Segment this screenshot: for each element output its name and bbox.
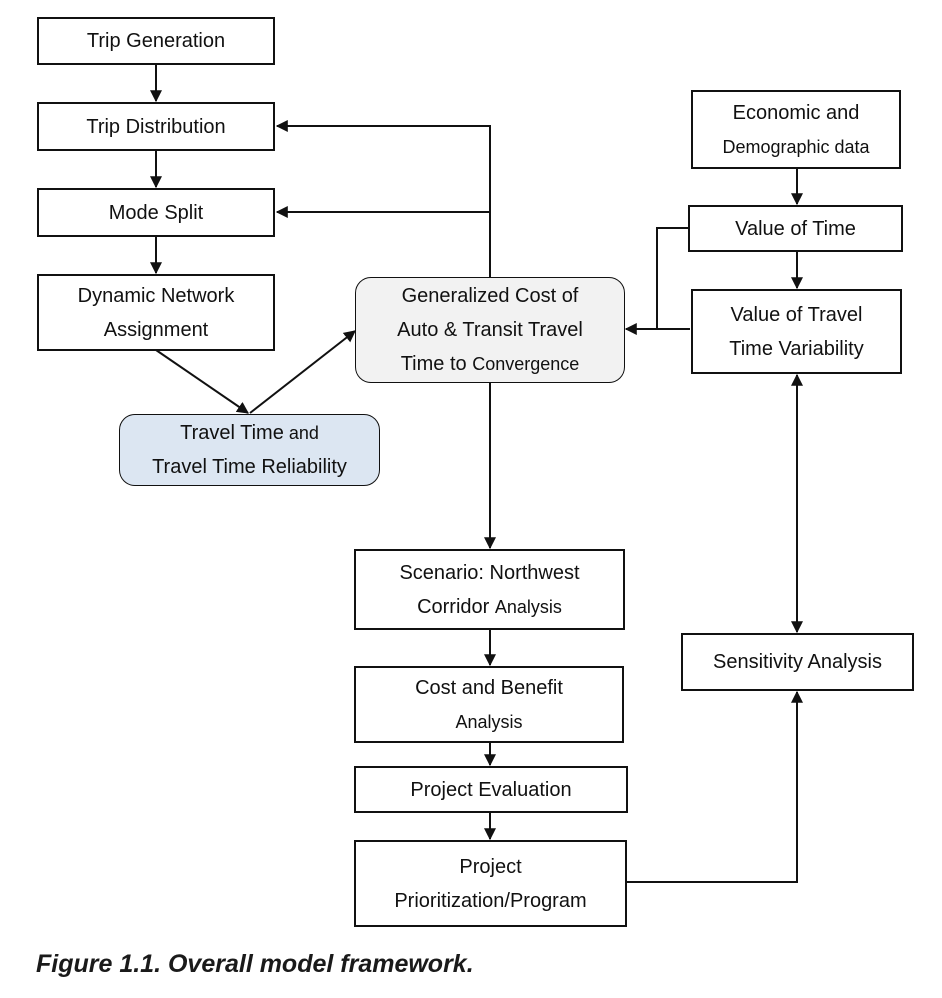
- edge-prioritization-sensitivity: [627, 690, 803, 883]
- node-label: Dynamic Network: [77, 284, 235, 307]
- node-label: Sensitivity Analysis: [713, 651, 882, 673]
- node-label: Prioritization/Program: [394, 889, 587, 912]
- node-label: Travel Time Reliability: [152, 456, 347, 478]
- node-label: Assignment: [103, 318, 209, 341]
- node-label: Analysis: [455, 711, 523, 732]
- node-label: Analysis: [494, 596, 562, 617]
- edge-dna-traveltime: [155, 349, 249, 414]
- node-label: Cost and Benefit: [415, 676, 563, 699]
- node-travel-time-reliability: Travel Time and Travel Time Reliability: [119, 414, 380, 486]
- node-value-of-time: Value of Time: [688, 205, 903, 252]
- node-trip-generation: Trip Generation: [37, 17, 275, 65]
- node-label: Time Variability: [729, 337, 864, 360]
- edge-vot-gencost: [656, 227, 689, 328]
- node-label: Scenario: Northwest: [399, 561, 580, 584]
- node-label: Time to: [400, 353, 473, 375]
- node-label: Demographic data: [722, 136, 870, 157]
- edge-gencost-tripdist: [275, 120, 491, 277]
- node-trip-distribution: Trip Distribution: [37, 102, 275, 151]
- node-label: Value of Travel: [730, 303, 863, 326]
- node-sensitivity-analysis: Sensitivity Analysis: [681, 633, 914, 691]
- node-generalized-cost: Generalized Cost of Auto & Transit Trave…: [355, 277, 625, 383]
- node-label: Project Evaluation: [410, 778, 572, 801]
- node-mode-split: Mode Split: [37, 188, 275, 237]
- figure-caption: Figure 1.1. Overall model framework.: [36, 950, 474, 978]
- node-project-evaluation: Project Evaluation: [354, 766, 628, 813]
- node-label: Value of Time: [735, 217, 856, 240]
- node-label: Mode Split: [108, 201, 204, 224]
- node-scenario-northwest-corridor: Scenario: Northwest Corridor Analysis: [354, 549, 625, 630]
- node-label: Corridor: [417, 595, 495, 618]
- node-label: Project: [459, 855, 522, 878]
- node-label: Generalized Cost of: [401, 285, 579, 307]
- node-value-of-tt-variability: Value of Travel Time Variability: [691, 289, 902, 374]
- node-label: Trip Generation: [86, 30, 226, 52]
- node-label: Auto & Transit Travel: [397, 319, 583, 341]
- node-cost-benefit-analysis: Cost and Benefit Analysis: [354, 666, 624, 743]
- node-label: Travel Time: [180, 422, 284, 444]
- node-label: Convergence: [472, 354, 580, 374]
- node-economic-demographic-data: Economic and Demographic data: [691, 90, 901, 169]
- node-dynamic-network-assignment: Dynamic Network Assignment: [37, 274, 275, 351]
- node-project-prioritization: Project Prioritization/Program: [354, 840, 627, 927]
- node-label: and: [283, 423, 319, 443]
- node-label: Trip Distribution: [86, 115, 226, 138]
- node-label: Economic and: [732, 101, 860, 124]
